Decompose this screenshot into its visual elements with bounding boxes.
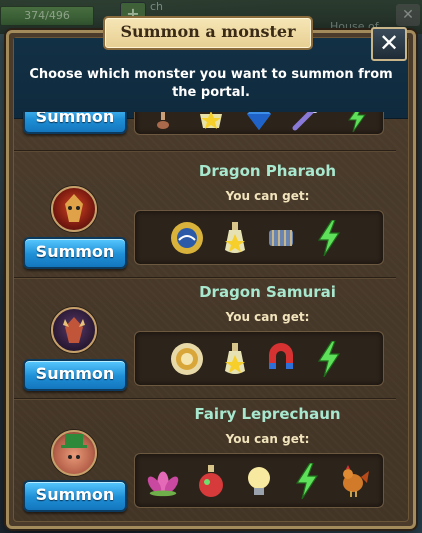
summon-button[interactable]: Summon [23,359,127,391]
scroll-cage-icon [263,220,299,256]
lightning-icon [289,463,325,499]
wand-icon [287,112,323,137]
dialog-header: Choose which monster you want to summon … [14,38,408,119]
monster-row-partial: Summon [10,112,400,144]
monster-list[interactable]: Summon Dragon Pharaoh You can get: Summo… [10,112,400,520]
light-bulb-icon [241,463,277,499]
gold-coin-icon [169,341,205,377]
lightning-icon [311,341,347,377]
monster-name: Fairy Leprechaun [194,405,341,423]
star-icon [193,112,229,137]
summon-button[interactable]: Summon [23,112,127,134]
dialog-description: Choose which monster you want to summon … [29,67,393,100]
monster-name: Dragon Pharaoh [198,162,337,180]
monster-row: Dragon Samurai You can get: Summon [10,278,400,399]
background-close-icon: ✕ [396,4,420,26]
dialog-title: Summon a monster [103,16,313,50]
row-divider [14,398,396,399]
monster-avatar [51,186,97,232]
you-can-get-label: You can get: [225,310,310,324]
star-potion-icon [217,220,253,256]
rewards-box [134,112,384,135]
rewards-box [134,331,384,386]
diamond-icon [241,112,277,137]
lightning-icon [311,220,347,256]
resource-counter: 374/496 [0,6,94,26]
row-divider [14,150,396,151]
you-can-get-label: You can get: [225,189,310,203]
lotus-flower-icon [145,463,181,499]
monster-row: Dragon Pharaoh You can get: Summon [10,156,400,277]
monster-avatar [51,430,97,476]
rewards-box [134,453,384,508]
monster-name: Dragon Samurai [199,283,336,301]
rewards-box [134,210,384,265]
you-can-get-label: You can get: [225,432,310,446]
magnet-icon [263,341,299,377]
monster-avatar [51,307,97,353]
star-potion-icon [217,341,253,377]
rooster-icon [335,463,371,499]
lightning-icon [339,112,375,137]
summon-button[interactable]: Summon [23,237,127,269]
monster-row: Fairy Leprechaun You can get: Summon [10,400,400,520]
potion-icon [145,112,181,137]
summon-button[interactable]: Summon [23,480,127,512]
sun-medallion-icon [169,220,205,256]
background-partial-label: ch [150,0,164,13]
close-button[interactable]: ✕ [371,27,407,61]
red-potion-icon [193,463,229,499]
